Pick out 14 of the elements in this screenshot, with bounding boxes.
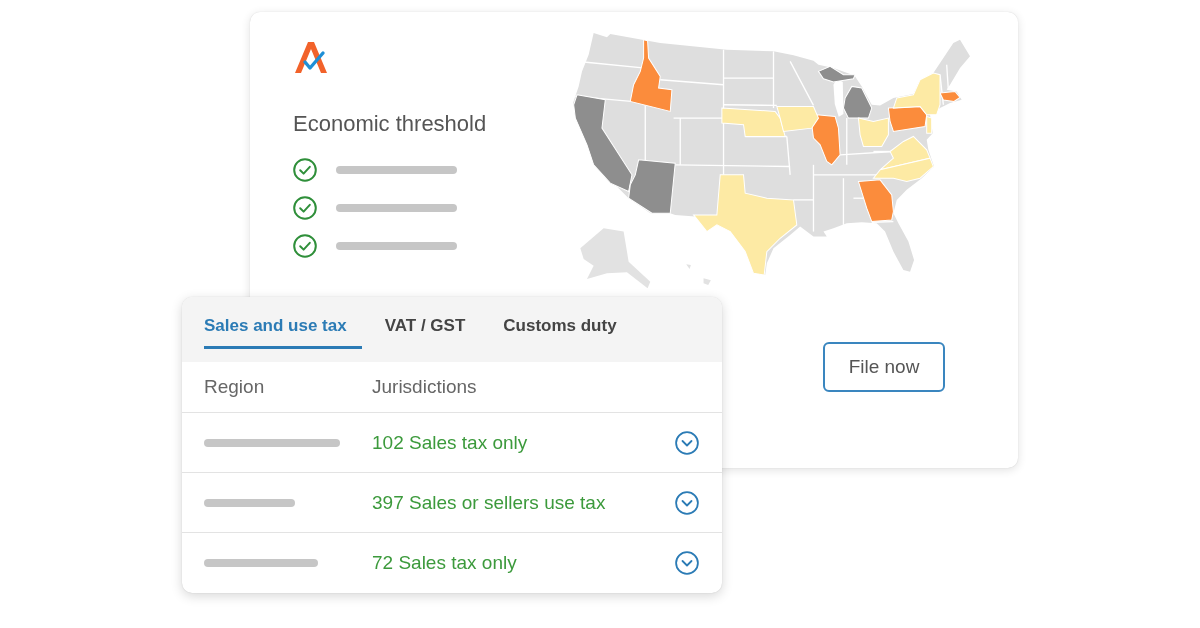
tab[interactable]: Sales and use tax xyxy=(204,297,362,349)
logo-icon xyxy=(293,40,329,74)
chevron-down-circle-icon[interactable] xyxy=(675,550,699,575)
chevron-down-circle-icon[interactable] xyxy=(675,490,699,515)
column-header: Region xyxy=(204,376,266,398)
tab[interactable]: Customs duty xyxy=(503,297,632,349)
table-cell-text: 102 Sales tax only xyxy=(372,431,529,454)
table-cell-text: 397 Sales or sellers use tax xyxy=(372,491,607,514)
column-header: Jurisdictions xyxy=(372,376,478,398)
file-now-button[interactable]: File now xyxy=(823,342,945,392)
table-cell-text: 72 Sales tax only xyxy=(372,551,518,574)
card-title: Economic threshold xyxy=(293,110,487,138)
tab[interactable]: VAT / GST xyxy=(384,297,481,349)
chevron-down-circle-icon[interactable] xyxy=(675,430,699,455)
